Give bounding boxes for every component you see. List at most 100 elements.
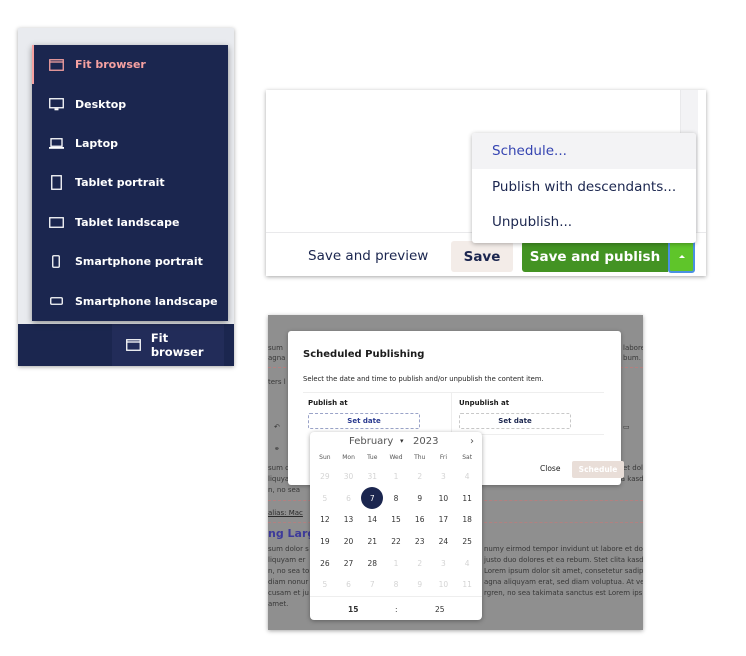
device-option-desktop[interactable]: Desktop: [32, 84, 228, 123]
calendar-day[interactable]: 11: [455, 488, 479, 510]
device-preview-panel: Fit browser Fit browser Desktop Laptop Tabl…: [18, 28, 234, 366]
background-text: amet.: [268, 600, 289, 608]
calendar-day[interactable]: 16: [408, 509, 432, 531]
calendar-day[interactable]: 5: [313, 574, 337, 596]
calendar-day[interactable]: 3: [432, 552, 456, 574]
background-text: justo duo dolores et ea rebum. Stet clit…: [484, 556, 643, 564]
calendar-day-selected[interactable]: 7: [360, 487, 384, 510]
calendar-day[interactable]: 22: [384, 531, 408, 553]
day-number: 12: [320, 515, 330, 525]
day-number: 1: [393, 472, 399, 482]
calendar-day[interactable]: 1: [384, 552, 408, 574]
calendar-day[interactable]: 14: [360, 509, 384, 531]
chevron-down-icon[interactable]: ▾: [400, 437, 404, 445]
weekday-label: Thu: [414, 454, 426, 461]
device-option-smartphone-portrait[interactable]: Smartphone portrait: [32, 242, 228, 281]
calendar-day[interactable]: 29: [313, 466, 337, 488]
calendar-day[interactable]: 25: [455, 531, 479, 553]
calendar-day[interactable]: 6: [337, 488, 361, 510]
unpublish-menu-item[interactable]: Unpublish...: [472, 204, 696, 239]
day-number: 10: [438, 493, 449, 503]
browser-window-icon: [126, 338, 142, 352]
schedule-menu-item[interactable]: Schedule...: [472, 133, 696, 169]
calendar-day[interactable]: 30: [337, 466, 361, 488]
calendar-day[interactable]: 21: [360, 531, 384, 553]
calendar-day[interactable]: 13: [337, 509, 361, 531]
day-number: 26: [320, 558, 330, 568]
publish-with-descendants-menu-item[interactable]: Publish with descendants...: [472, 169, 696, 204]
device-menu: Fit browser Desktop Laptop Tablet portrait T…: [32, 45, 228, 321]
device-option-tablet-portrait[interactable]: Tablet portrait: [32, 163, 228, 202]
calendar-day[interactable]: 8: [384, 488, 408, 510]
calendar-day[interactable]: 9: [408, 488, 432, 510]
calendar-day[interactable]: 2: [408, 466, 432, 488]
day-number: 23: [414, 537, 425, 547]
calendar-day[interactable]: 8: [384, 574, 408, 596]
time-picker: 15 : 25: [310, 596, 482, 620]
day-number: 11: [462, 493, 472, 503]
background-alias: alias: Mac: [268, 509, 303, 517]
device-option-smartphone-landscape[interactable]: Smartphone landscape: [32, 281, 228, 320]
calendar-day[interactable]: 10: [432, 488, 456, 510]
device-option-label: Tablet portrait: [75, 176, 165, 190]
publish-set-date-button[interactable]: Set date: [308, 413, 420, 429]
calendar-day[interactable]: 15: [384, 509, 408, 531]
day-number: 2: [417, 472, 423, 482]
calendar-day[interactable]: 20: [337, 531, 361, 553]
calendar-day[interactable]: 5: [313, 488, 337, 510]
day-number: 9: [417, 580, 423, 590]
calendar-day[interactable]: 24: [432, 531, 456, 553]
calendar-day[interactable]: 6: [337, 574, 361, 596]
day-number: 24: [438, 537, 449, 547]
publish-options-toggle[interactable]: [668, 240, 695, 273]
minute-input[interactable]: 25: [435, 605, 445, 614]
device-option-fit-browser[interactable]: Fit browser: [32, 45, 228, 85]
day-number: 3: [441, 558, 446, 568]
calendar-day[interactable]: 2: [408, 552, 432, 574]
device-option-tablet-landscape[interactable]: Tablet landscape: [32, 203, 228, 242]
date-picker: February ▾ 2023 › Sun Mon Tue Wed Thu Fri Sat …: [310, 432, 482, 620]
device-selector-button[interactable]: Fit browser: [112, 324, 224, 366]
calendar-day[interactable]: 18: [455, 509, 479, 531]
link-icon: ⚭: [274, 445, 280, 453]
calendar-day[interactable]: 28: [360, 552, 384, 574]
calendar-day[interactable]: 4: [455, 552, 479, 574]
save-button[interactable]: Save: [451, 241, 513, 272]
schedule-button[interactable]: Schedule: [572, 461, 624, 478]
background-text: sum c: [268, 464, 289, 472]
month-select[interactable]: February: [349, 436, 393, 447]
calendar-day[interactable]: 27: [337, 552, 361, 574]
device-option-laptop[interactable]: Laptop: [32, 124, 228, 163]
weekday-label: Fri: [439, 454, 447, 461]
calendar-day[interactable]: 11: [455, 574, 479, 596]
close-button[interactable]: Close: [540, 464, 560, 473]
calendar-day[interactable]: 10: [432, 574, 456, 596]
desktop-monitor-icon: [48, 97, 64, 111]
background-text: diam nonur: [268, 578, 309, 586]
calendar-day[interactable]: 12: [313, 509, 337, 531]
smartphone-portrait-icon: [48, 255, 64, 269]
divider: [451, 392, 452, 432]
year-input[interactable]: 2023: [413, 436, 438, 447]
save-and-publish-button[interactable]: Save and publish: [522, 241, 668, 272]
calendar-day[interactable]: 26: [313, 552, 337, 574]
next-month-icon[interactable]: ›: [470, 436, 474, 447]
calendar-day[interactable]: 7: [360, 574, 384, 596]
save-and-preview-button[interactable]: Save and preview: [308, 241, 428, 271]
calendar-day[interactable]: 19: [313, 531, 337, 553]
unpublish-set-date-button[interactable]: Set date: [459, 413, 571, 429]
hour-input[interactable]: 15: [348, 605, 358, 614]
tablet-portrait-icon: [48, 175, 64, 191]
calendar-day[interactable]: 9: [408, 574, 432, 596]
day-number: 16: [414, 515, 425, 525]
calendar-day[interactable]: 1: [384, 466, 408, 488]
calendar-day[interactable]: 31: [360, 466, 384, 488]
calendar-day[interactable]: 3: [432, 466, 456, 488]
calendar-day[interactable]: 17: [432, 509, 456, 531]
calendar-day[interactable]: 23: [408, 531, 432, 553]
publish-options-dropdown: Schedule... Publish with descendants... …: [472, 133, 696, 243]
weekday-label: Sat: [462, 454, 473, 461]
preview-bottom-bar: Fit browser: [18, 324, 234, 366]
device-option-label: Laptop: [75, 136, 118, 150]
calendar-day[interactable]: 4: [455, 466, 479, 488]
